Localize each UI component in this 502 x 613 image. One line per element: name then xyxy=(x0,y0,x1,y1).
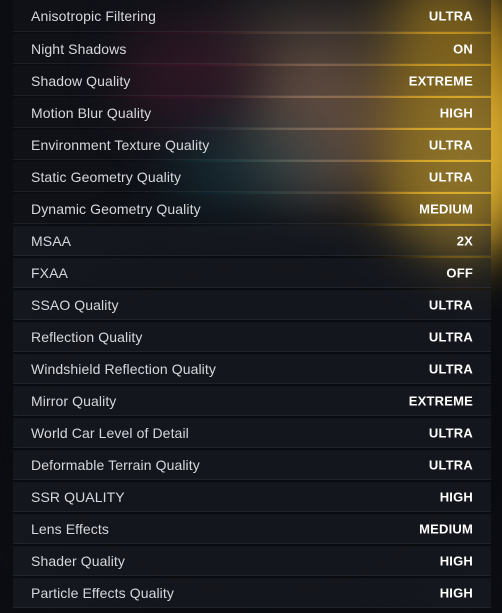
setting-row-mirror-quality[interactable]: Mirror Quality EXTREME xyxy=(13,386,491,416)
setting-label: Night Shadows xyxy=(31,40,127,57)
setting-label: Shadow Quality xyxy=(31,72,131,89)
setting-value: EXTREME xyxy=(408,393,473,408)
setting-row-shader-quality[interactable]: Shader Quality HIGH xyxy=(13,546,491,576)
graphics-settings-list: Anisotropic Filtering ULTRA Night Shadow… xyxy=(13,0,491,610)
setting-value: HIGH xyxy=(439,489,473,504)
setting-label: Particle Effects Quality xyxy=(31,584,174,601)
setting-value: ULTRA xyxy=(428,8,473,23)
setting-row-lens-effects[interactable]: Lens Effects MEDIUM xyxy=(13,514,491,544)
setting-value: HIGH xyxy=(439,105,473,120)
setting-label: Reflection Quality xyxy=(31,328,143,345)
setting-row-shadow-quality[interactable]: Shadow Quality EXTREME xyxy=(13,66,491,96)
setting-label: Dynamic Geometry Quality xyxy=(31,200,201,217)
setting-label: Motion Blur Quality xyxy=(31,104,152,121)
setting-value: ULTRA xyxy=(428,297,473,312)
setting-label: FXAA xyxy=(31,264,68,281)
setting-row-msaa[interactable]: MSAA 2X xyxy=(13,226,491,256)
setting-label: Mirror Quality xyxy=(31,392,117,409)
setting-value: ULTRA xyxy=(428,169,473,184)
setting-label: SSAO Quality xyxy=(31,296,119,313)
setting-value: OFF xyxy=(446,265,473,280)
setting-row-motion-blur-quality[interactable]: Motion Blur Quality HIGH xyxy=(13,98,491,128)
setting-value: HIGH xyxy=(439,585,473,600)
setting-value: ULTRA xyxy=(428,329,473,344)
setting-label: World Car Level of Detail xyxy=(31,424,189,441)
setting-label: Windshield Reflection Quality xyxy=(31,360,216,377)
setting-row-ssao-quality[interactable]: SSAO Quality ULTRA xyxy=(13,290,491,320)
setting-value: ON xyxy=(453,41,473,56)
setting-value: MEDIUM xyxy=(419,521,473,536)
setting-value: ULTRA xyxy=(428,425,473,440)
setting-value: EXTREME xyxy=(408,73,473,88)
setting-value: MEDIUM xyxy=(419,201,473,216)
setting-label: MSAA xyxy=(31,232,72,249)
setting-label: Environment Texture Quality xyxy=(31,136,210,153)
setting-row-anisotropic-filtering[interactable]: Anisotropic Filtering ULTRA xyxy=(13,0,491,32)
setting-label: SSR QUALITY xyxy=(31,488,125,505)
setting-row-dynamic-geometry-quality[interactable]: Dynamic Geometry Quality MEDIUM xyxy=(13,194,491,224)
setting-label: Deformable Terrain Quality xyxy=(31,456,200,473)
setting-value: 2X xyxy=(456,233,473,248)
setting-row-windshield-reflection-quality[interactable]: Windshield Reflection Quality ULTRA xyxy=(13,354,491,384)
setting-row-world-car-level-of-detail[interactable]: World Car Level of Detail ULTRA xyxy=(13,418,491,448)
setting-row-deformable-terrain-quality[interactable]: Deformable Terrain Quality ULTRA xyxy=(13,450,491,480)
setting-label: Anisotropic Filtering xyxy=(31,7,157,24)
setting-label: Shader Quality xyxy=(31,552,126,569)
setting-row-environment-texture-quality[interactable]: Environment Texture Quality ULTRA xyxy=(13,130,491,160)
setting-value: ULTRA xyxy=(428,457,473,472)
setting-label: Static Geometry Quality xyxy=(31,168,182,185)
setting-row-ssr-quality[interactable]: SSR QUALITY HIGH xyxy=(13,482,491,512)
setting-row-fxaa[interactable]: FXAA OFF xyxy=(13,258,491,288)
setting-row-particle-effects-quality[interactable]: Particle Effects Quality HIGH xyxy=(13,578,491,608)
setting-value: ULTRA xyxy=(428,137,473,152)
setting-label: Lens Effects xyxy=(31,520,109,537)
setting-row-night-shadows[interactable]: Night Shadows ON xyxy=(13,34,491,64)
setting-row-static-geometry-quality[interactable]: Static Geometry Quality ULTRA xyxy=(13,162,491,192)
setting-value: HIGH xyxy=(439,553,473,568)
setting-row-reflection-quality[interactable]: Reflection Quality ULTRA xyxy=(13,322,491,352)
setting-value: ULTRA xyxy=(428,361,473,376)
